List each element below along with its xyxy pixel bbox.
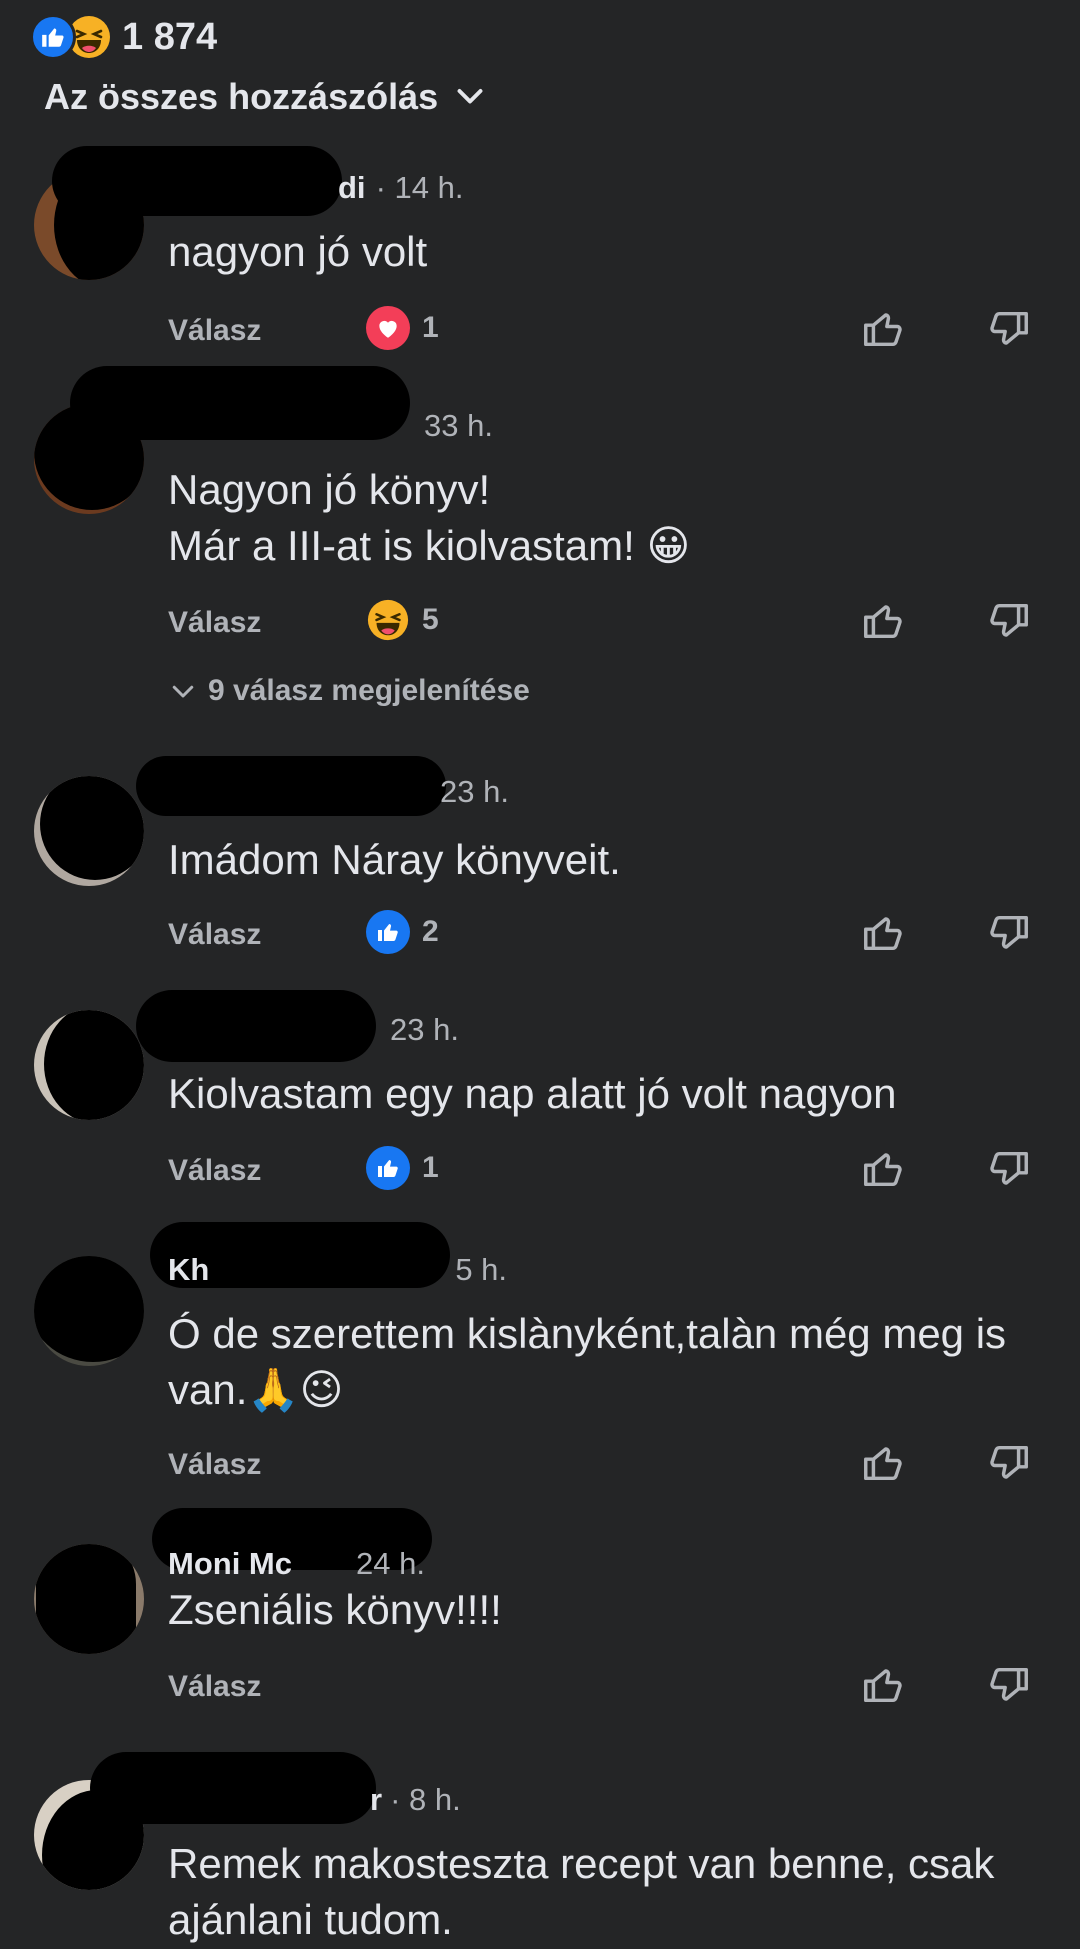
like-icon [366, 910, 410, 954]
reaction-count: 2 [422, 915, 439, 948]
reply-button[interactable]: Válasz [168, 314, 261, 348]
reaction-badge[interactable]: 2 [366, 910, 439, 954]
author-name[interactable]: Kh [168, 1252, 209, 1288]
comment-text: nagyon jó volt [168, 228, 428, 275]
view-replies-link[interactable]: 9 válasz megjelenítése [168, 674, 530, 708]
heart-icon [366, 306, 410, 350]
view-replies-label: 9 válasz megjelenítése [208, 674, 530, 707]
filter-label: Az összes hozzászólás [44, 76, 439, 117]
comment-meta: 23 h. [440, 774, 509, 810]
thumbs-up-icon[interactable] [860, 910, 906, 956]
comment-text: Remek makosteszta recept van benne, csak… [168, 1840, 995, 1943]
redacted-name [90, 1752, 376, 1824]
reaction-badge[interactable]: 1 [366, 1146, 439, 1190]
thumbs-down-icon[interactable] [986, 1440, 1032, 1486]
chevron-down-icon [172, 685, 194, 698]
thumbs-up-icon[interactable] [860, 1440, 906, 1486]
timestamp: 33 h. [424, 408, 493, 443]
reply-button[interactable]: Válasz [168, 1448, 261, 1482]
timestamp: · 8 h. [390, 1782, 461, 1817]
timestamp: 24 h. [356, 1546, 425, 1581]
reaction-count: 5 [422, 603, 439, 636]
redacted-name [70, 366, 410, 440]
comment-text: Nagyon jó könyv! Már a III-at is kiolvas… [168, 466, 691, 569]
redacted-name [136, 756, 446, 816]
comment-text: Imádom Náray könyveit. [168, 836, 621, 883]
comment-meta: 23 h. [390, 1012, 459, 1048]
author-name[interactable]: di [338, 170, 366, 206]
reactions-summary[interactable]: 1 874 [30, 12, 217, 62]
reply-button[interactable]: Válasz [168, 606, 261, 640]
thumbs-up-icon[interactable] [860, 306, 906, 352]
thumbs-down-icon[interactable] [986, 306, 1032, 352]
comment-actions: Válasz 5 [168, 598, 1048, 648]
reaction-count: 1 874 [122, 15, 218, 58]
reply-button[interactable]: Válasz [168, 1154, 261, 1188]
reaction-count: 1 [422, 1151, 439, 1184]
comment-meta: r · 8 h. [370, 1782, 461, 1818]
comment-meta: Moni Mc 24 h. [168, 1546, 425, 1582]
thumbs-down-icon[interactable] [986, 1146, 1032, 1192]
thumbs-up-icon[interactable] [860, 598, 906, 644]
comment-actions: Válasz 2 [168, 910, 1048, 960]
comment-actions: Válasz 1 [168, 306, 1048, 356]
comment-actions: Válasz 1 [168, 1146, 1048, 1196]
thumbs-up-icon[interactable] [860, 1146, 906, 1192]
timestamp: · 14 h. [375, 170, 464, 205]
reaction-badge[interactable]: 1 [366, 306, 439, 350]
author-name[interactable]: Moni Mc [168, 1546, 292, 1582]
reply-button[interactable]: Válasz [168, 1670, 261, 1704]
thumbs-down-icon[interactable] [986, 598, 1032, 644]
avatar[interactable] [34, 776, 144, 886]
chevron-down-icon [457, 89, 483, 104]
comment-text: Kiolvastam egy nap alatt jó volt nagyon [168, 1070, 897, 1117]
thumbs-down-icon[interactable] [986, 1662, 1032, 1708]
like-icon [366, 1146, 410, 1190]
comment-actions: Válasz [168, 1662, 1048, 1712]
timestamp: 23 h. [440, 774, 509, 809]
author-name[interactable]: r [370, 1782, 382, 1818]
avatar[interactable] [34, 1256, 144, 1366]
timestamp: 5 h. [455, 1252, 508, 1287]
thumbs-down-icon[interactable] [986, 910, 1032, 956]
haha-icon [366, 598, 410, 642]
comment-meta: di · 14 h. [338, 170, 463, 206]
redacted-name [52, 146, 342, 216]
comment-meta: Kh 5 h. [168, 1252, 507, 1288]
comment-text: Zseniális könyv!!!! [168, 1586, 502, 1633]
redacted-name [136, 990, 376, 1062]
avatar[interactable] [34, 1544, 144, 1654]
comment-meta: 33 h. [424, 408, 493, 444]
comment-filter-dropdown[interactable]: Az összes hozzászólás [44, 76, 488, 118]
comment-actions: Válasz [168, 1440, 1048, 1490]
like-reaction-icon [30, 14, 76, 60]
avatar[interactable] [34, 1010, 144, 1120]
thumbs-up-icon[interactable] [860, 1662, 906, 1708]
reply-button[interactable]: Válasz [168, 918, 261, 952]
reaction-count: 1 [422, 311, 439, 344]
reaction-badge[interactable]: 5 [366, 598, 439, 642]
comment-text: Ó de szerettem kislànyként,talàn még meg… [168, 1310, 1007, 1413]
timestamp: 23 h. [390, 1012, 459, 1047]
